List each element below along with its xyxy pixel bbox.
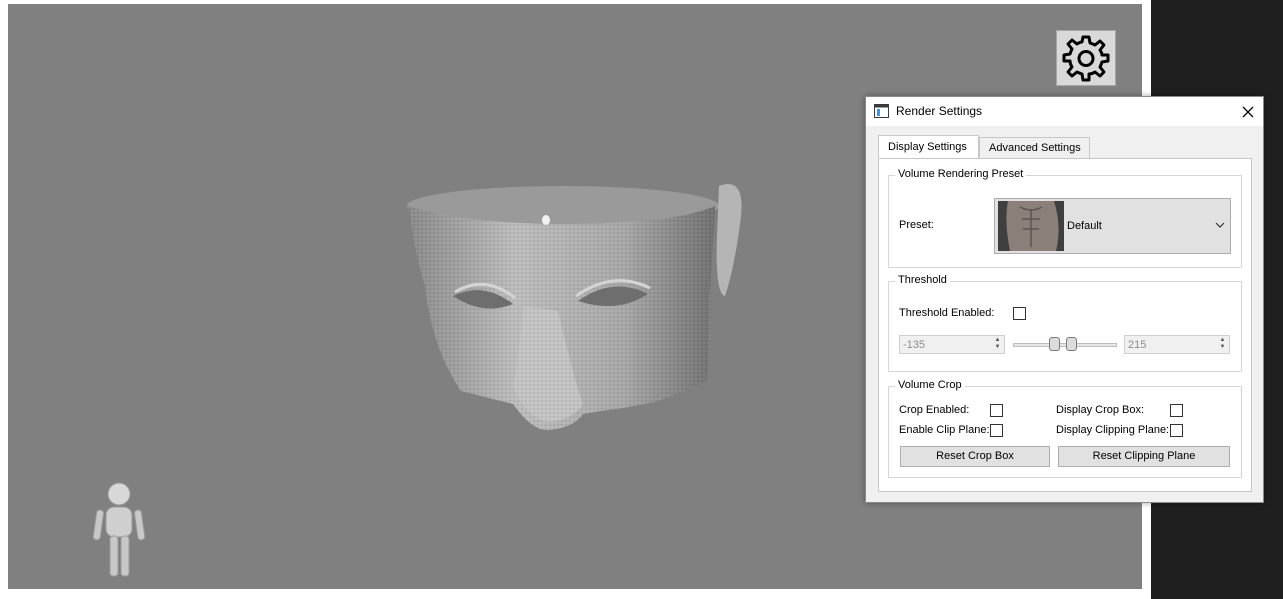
head-volume-render[interactable] <box>373 176 753 436</box>
dialog-titlebar[interactable]: Render Settings <box>866 97 1263 126</box>
close-icon <box>1242 106 1254 117</box>
chevron-down-icon <box>1215 222 1225 228</box>
display-settings-panel: Volume Rendering Preset Preset: Default … <box>878 158 1252 492</box>
tab-display-settings[interactable]: Display Settings <box>878 135 979 158</box>
reset-crop-box-button[interactable]: Reset Crop Box <box>900 446 1050 467</box>
display-crop-box-checkbox[interactable] <box>1170 404 1183 417</box>
enable-clip-plane-label: Enable Clip Plane: <box>899 424 990 436</box>
close-button[interactable] <box>1233 97 1263 126</box>
display-clipping-plane-label: Display Clipping Plane: <box>1056 424 1170 436</box>
preset-label: Preset: <box>899 219 934 231</box>
display-clipping-plane-checkbox[interactable] <box>1170 424 1183 437</box>
group-title: Threshold <box>895 274 950 286</box>
render-settings-dialog: Render Settings Display Settings Advance… <box>865 96 1264 503</box>
reset-clipping-plane-button[interactable]: Reset Clipping Plane <box>1058 446 1230 467</box>
window-icon <box>874 104 889 118</box>
gear-icon <box>1062 35 1110 82</box>
threshold-max-spinbox[interactable]: 215 ▲ ▼ <box>1124 335 1230 354</box>
settings-button[interactable] <box>1056 30 1116 86</box>
threshold-max-value: 215 <box>1128 339 1147 351</box>
volume-rendering-preset-group: Volume Rendering Preset Preset: Default <box>888 168 1242 268</box>
group-title: Volume Rendering Preset <box>895 168 1027 180</box>
spin-arrows-icon[interactable]: ▲ ▼ <box>1217 337 1228 352</box>
display-crop-box-label: Display Crop Box: <box>1056 404 1145 416</box>
threshold-group: Threshold Threshold Enabled: -135 ▲ ▼ 215… <box>888 274 1242 372</box>
threshold-enabled-label: Threshold Enabled: <box>899 307 995 319</box>
slider-min-handle[interactable] <box>1049 337 1060 351</box>
spin-arrows-icon[interactable]: ▲ ▼ <box>992 337 1003 352</box>
preset-dropdown[interactable]: Default <box>994 198 1231 254</box>
tab-advanced-settings[interactable]: Advanced Settings <box>979 137 1090 159</box>
dialog-title: Render Settings <box>896 104 983 118</box>
enable-clip-plane-checkbox[interactable] <box>990 424 1003 437</box>
crop-enabled-label: Crop Enabled: <box>899 404 970 416</box>
threshold-range-slider[interactable] <box>1013 343 1117 347</box>
crop-enabled-checkbox[interactable] <box>990 404 1003 417</box>
threshold-min-spinbox[interactable]: -135 ▲ ▼ <box>899 335 1005 354</box>
threshold-min-value: -135 <box>903 339 926 351</box>
group-title: Volume Crop <box>895 379 965 391</box>
threshold-enabled-checkbox[interactable] <box>1013 307 1026 320</box>
slider-max-handle[interactable] <box>1066 337 1077 351</box>
orientation-figure-icon <box>92 482 146 577</box>
volume-crop-group: Volume Crop Crop Enabled: Display Crop B… <box>888 379 1242 478</box>
torso-preset-thumbnail <box>998 201 1064 251</box>
preset-value: Default <box>1067 220 1102 232</box>
